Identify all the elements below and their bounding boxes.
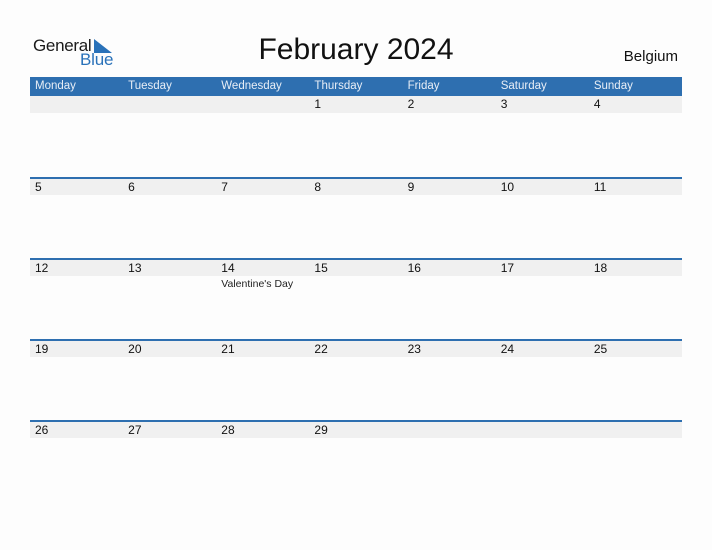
week-cells: 1 2 3 4 bbox=[30, 96, 682, 177]
day-number: 24 bbox=[500, 342, 515, 356]
day-number bbox=[501, 422, 589, 438]
day-number: 18 bbox=[593, 261, 608, 275]
weekday-monday: Monday bbox=[35, 80, 76, 92]
day-cell: 1 bbox=[309, 96, 402, 177]
day-number: 3 bbox=[500, 97, 508, 111]
day-number: 21 bbox=[221, 342, 235, 356]
weekday-friday: Friday bbox=[407, 80, 440, 92]
day-number: 1 bbox=[314, 97, 322, 111]
day-cell: 13 bbox=[123, 260, 216, 339]
day-cell: 8 bbox=[309, 179, 402, 258]
day-number bbox=[128, 96, 216, 112]
day-cell: 26 bbox=[30, 422, 123, 501]
day-number: 13 bbox=[128, 261, 142, 275]
week-cells: 19 20 21 22 23 24 25 bbox=[30, 341, 682, 420]
week-row: 12 13 14 Valentine's Day 15 16 17 18 bbox=[30, 258, 682, 339]
day-number: 23 bbox=[407, 342, 421, 356]
calendar-title: February 2024 bbox=[258, 33, 454, 66]
month-calendar: Monday Tuesday Wednesday Thursday Friday… bbox=[30, 77, 682, 501]
country-label: Belgium bbox=[623, 48, 678, 65]
day-cell: 18 bbox=[589, 260, 682, 339]
day-cell bbox=[123, 96, 216, 177]
day-number: 4 bbox=[593, 97, 601, 111]
day-cell bbox=[589, 422, 682, 501]
week-row: 26 27 28 29 bbox=[30, 420, 682, 501]
day-number: 29 bbox=[314, 423, 328, 437]
day-cell: 12 bbox=[30, 260, 123, 339]
weekday-header: Monday Tuesday Wednesday Thursday Friday… bbox=[30, 77, 682, 96]
weekday-thursday: Thursday bbox=[314, 80, 363, 92]
day-cell: 19 bbox=[30, 341, 123, 420]
day-number: 17 bbox=[500, 261, 515, 275]
day-cell: 25 bbox=[589, 341, 682, 420]
day-number bbox=[594, 422, 682, 438]
day-number: 9 bbox=[407, 180, 415, 194]
week-cells: 12 13 14 Valentine's Day 15 16 17 18 bbox=[30, 260, 682, 339]
day-cell bbox=[496, 422, 589, 501]
weekday-tuesday: Tuesday bbox=[128, 80, 172, 92]
day-number: 27 bbox=[128, 423, 142, 437]
day-number: 7 bbox=[221, 180, 228, 194]
weekday-saturday: Saturday bbox=[500, 80, 547, 92]
day-cell: 24 bbox=[496, 341, 589, 420]
day-cell: 20 bbox=[123, 341, 216, 420]
day-number: 5 bbox=[35, 180, 42, 194]
day-number bbox=[35, 96, 123, 112]
day-cell: 5 bbox=[30, 179, 123, 258]
day-cell bbox=[216, 96, 309, 177]
week-row: 1 2 3 4 bbox=[30, 96, 682, 177]
day-number: 19 bbox=[35, 342, 49, 356]
week-cells: 5 6 7 8 9 10 11 bbox=[30, 179, 682, 258]
day-cell: 2 bbox=[403, 96, 496, 177]
day-cell: 21 bbox=[216, 341, 309, 420]
holiday-label: Valentine's Day bbox=[221, 278, 294, 290]
day-number: 25 bbox=[593, 342, 608, 356]
day-cell: 28 bbox=[216, 422, 309, 501]
week-cells: 26 27 28 29 bbox=[30, 422, 682, 501]
day-cell: 15 bbox=[309, 260, 402, 339]
day-number: 16 bbox=[407, 261, 421, 275]
day-cell: 27 bbox=[123, 422, 216, 501]
day-cell: 22 bbox=[309, 341, 402, 420]
day-cell: 10 bbox=[496, 179, 589, 258]
day-number: 2 bbox=[407, 97, 415, 111]
day-cell: 17 bbox=[496, 260, 589, 339]
day-cell: 16 bbox=[403, 260, 496, 339]
day-number bbox=[221, 96, 309, 112]
weekday-sunday: Sunday bbox=[593, 80, 633, 92]
day-number bbox=[408, 422, 496, 438]
day-cell: 23 bbox=[403, 341, 496, 420]
day-cell bbox=[403, 422, 496, 501]
day-number: 14 bbox=[221, 261, 235, 275]
day-number: 10 bbox=[500, 180, 515, 194]
day-number: 8 bbox=[314, 180, 322, 194]
day-cell: 6 bbox=[123, 179, 216, 258]
day-number: 20 bbox=[128, 342, 142, 356]
weekday-wednesday: Wednesday bbox=[221, 80, 282, 92]
day-cell bbox=[30, 96, 123, 177]
day-cell: 9 bbox=[403, 179, 496, 258]
day-cell: 11 bbox=[589, 179, 682, 258]
day-number: 11 bbox=[593, 180, 607, 194]
day-cell: 3 bbox=[496, 96, 589, 177]
week-row: 19 20 21 22 23 24 25 bbox=[30, 339, 682, 420]
day-cell: 4 bbox=[589, 96, 682, 177]
day-cell: 7 bbox=[216, 179, 309, 258]
day-number: 12 bbox=[35, 261, 49, 275]
day-number: 26 bbox=[35, 423, 49, 437]
day-cell: 14 Valentine's Day bbox=[216, 260, 309, 339]
day-number: 6 bbox=[128, 180, 135, 194]
day-number: 22 bbox=[314, 342, 328, 356]
day-number: 28 bbox=[221, 423, 235, 437]
day-cell: 29 bbox=[309, 422, 402, 501]
week-row: 5 6 7 8 9 10 11 bbox=[30, 177, 682, 258]
day-number: 15 bbox=[314, 261, 328, 275]
